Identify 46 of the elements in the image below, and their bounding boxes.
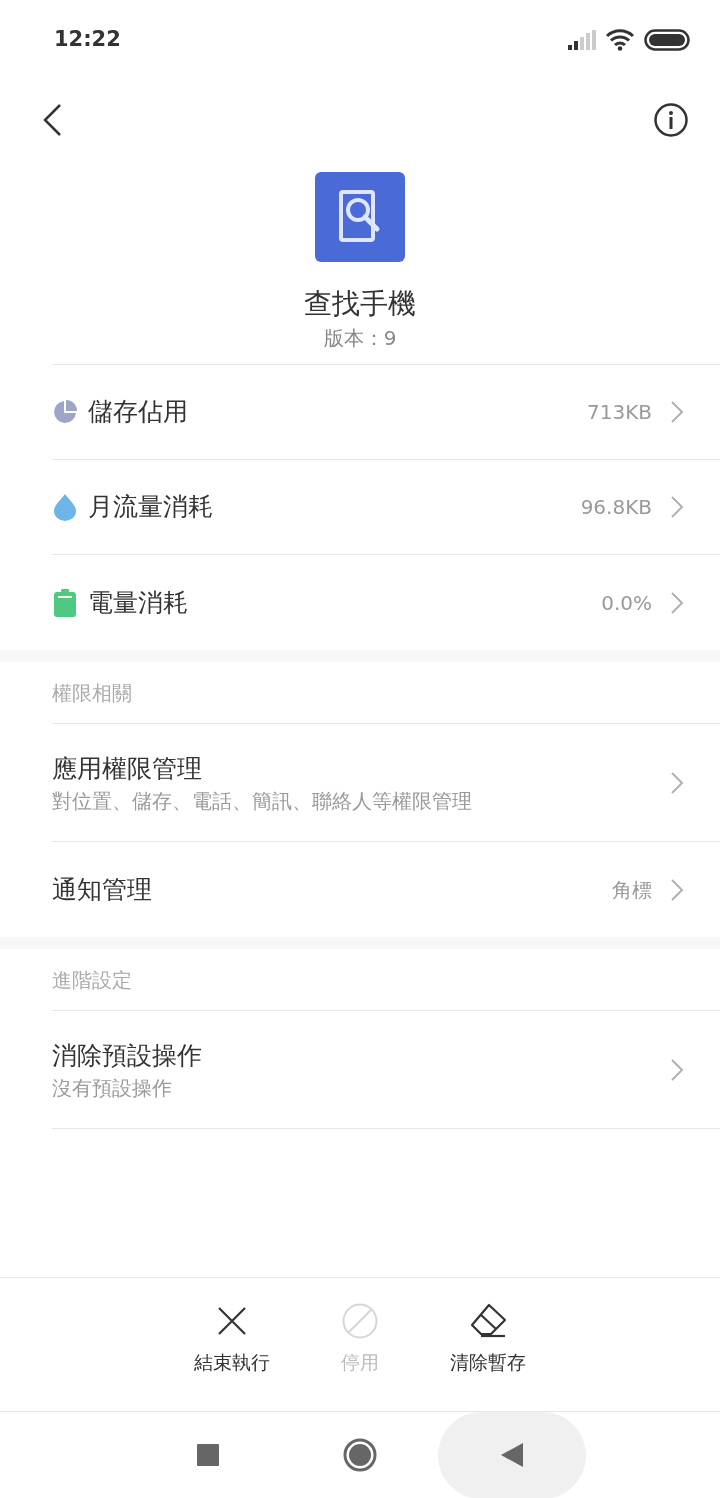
settings-row[interactable]: 應用權限管理 對位置、儲存、電話、簡訊、聯絡人等權限管理: [52, 724, 720, 842]
settings-title: 消除預設操作: [52, 1039, 203, 1072]
usage-row[interactable]: 月流量消耗 96.8KB: [52, 460, 720, 555]
action-button[interactable]: 結束執行: [183, 1302, 281, 1377]
usage-value: 713KB: [587, 399, 652, 426]
signal-icon: [568, 30, 596, 50]
app-icon: [315, 172, 405, 262]
app-name: 查找手機: [304, 286, 416, 322]
water-drop-icon: [52, 493, 78, 521]
pie-chart-icon: [52, 399, 78, 425]
action-button[interactable]: 清除暫存: [439, 1302, 537, 1377]
battery-icon: [54, 588, 76, 617]
chevron-right-icon: [670, 495, 684, 519]
usage-label: 儲存佔用: [88, 396, 189, 429]
close-icon: [216, 1305, 248, 1337]
section-header: 進階設定: [52, 966, 132, 994]
usage-label: 月流量消耗: [88, 491, 214, 524]
status-time: 12:22: [54, 26, 121, 54]
wifi-icon: [606, 29, 634, 51]
info-icon: [654, 103, 688, 137]
settings-title: 應用權限管理: [52, 752, 203, 785]
chevron-right-icon: [670, 770, 684, 795]
usage-row[interactable]: 電量消耗 0.0%: [52, 555, 720, 650]
settings-value: 角標: [612, 876, 652, 904]
back-triangle-icon: [501, 1443, 523, 1467]
app-version: 版本：9: [323, 325, 397, 352]
chevron-right-icon: [670, 590, 684, 615]
square-icon: [197, 1444, 219, 1466]
prohibited-icon: [342, 1303, 378, 1339]
settings-subtitle: 沒有預設操作: [52, 1074, 173, 1102]
section-header: 權限相關: [52, 679, 132, 707]
settings-row[interactable]: 通知管理 角標: [52, 842, 720, 937]
settings-title: 通知管理: [52, 873, 153, 906]
usage-value: 0.0%: [601, 589, 652, 617]
eraser-icon: [469, 1303, 507, 1339]
chevron-right-icon: [670, 400, 684, 424]
home-circle-icon: [343, 1438, 377, 1472]
usage-value: 96.8KB: [580, 494, 652, 521]
settings-subtitle: 對位置、儲存、電話、簡訊、聯絡人等權限管理: [52, 787, 473, 815]
usage-row[interactable]: 儲存佔用 713KB: [52, 365, 720, 460]
usage-label: 電量消耗: [88, 586, 189, 619]
battery-status-icon: [644, 29, 690, 51]
chevron-right-icon: [670, 1057, 684, 1082]
settings-row[interactable]: 消除預設操作 沒有預設操作: [52, 1011, 720, 1129]
info-button[interactable]: [654, 103, 688, 137]
chevron-right-icon: [670, 877, 684, 902]
